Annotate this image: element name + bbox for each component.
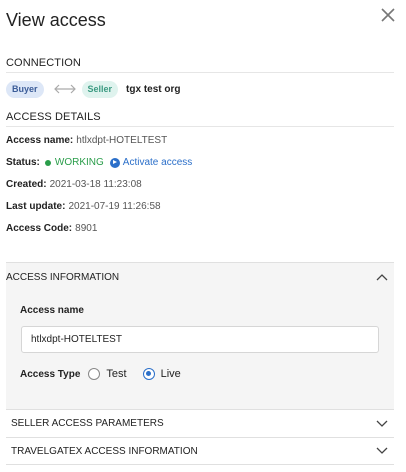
seller-badge: Seller [81, 80, 119, 98]
close-button[interactable] [378, 5, 398, 25]
status-dot-icon [44, 159, 51, 166]
connection-divider [6, 72, 394, 73]
connection-row: Buyer Seller tgx test org [6, 80, 181, 98]
status-label: Status: [6, 157, 40, 168]
activate-access-label: Activate access [122, 157, 193, 168]
connection-section-title: CONNECTION [6, 57, 81, 69]
access-type-test-radio[interactable] [88, 368, 101, 380]
status-value: WORKING [54, 157, 104, 168]
play-circle-icon [109, 157, 120, 168]
bidirectional-arrow-icon [53, 84, 76, 94]
access-type-label: Access Type [20, 368, 81, 380]
last-update-value: 2021-07-19 11:26:58 [68, 201, 161, 212]
access-code-label: Access Code: [6, 223, 73, 234]
chevron-down-icon [376, 447, 388, 454]
buyer-badge: Buyer [6, 80, 44, 98]
last-update-row: Last update: 2021-07-19 11:26:58 [6, 201, 161, 212]
created-label: Created: [6, 179, 47, 190]
access-name-value: htlxdpt-HOTELTEST [76, 135, 168, 146]
last-update-label: Last update: [6, 201, 66, 212]
travelgatex-access-information-accordion[interactable]: TRAVELGATEX ACCESS INFORMATION [6, 437, 394, 465]
access-information-header[interactable]: ACCESS INFORMATION [6, 268, 388, 286]
access-name-label: Access name: [6, 135, 74, 146]
access-name-row: Access name: htlxdpt-HOTELTEST [6, 135, 167, 146]
seller-access-parameters-title: SELLER ACCESS PARAMETERS [11, 418, 164, 429]
created-row: Created: 2021-03-18 11:23:08 [6, 179, 142, 190]
status-row: Status: WORKING Activate access [6, 157, 192, 168]
chevron-up-icon [376, 274, 388, 281]
details-section-title: ACCESS DETAILS [6, 111, 101, 123]
access-code-row: Access Code: 8901 [6, 223, 97, 234]
seller-access-parameters-accordion[interactable]: SELLER ACCESS PARAMETERS [6, 409, 394, 437]
access-type-test-label[interactable]: Test [106, 368, 126, 380]
access-type-live-label[interactable]: Live [161, 368, 181, 380]
org-name: tgx test org [126, 83, 181, 95]
access-name-field-label: Access name [20, 305, 84, 316]
access-name-input[interactable] [21, 326, 379, 353]
chevron-down-icon [376, 420, 388, 427]
access-type-radio-group: Access Type Test Live [20, 366, 197, 382]
access-information-title: ACCESS INFORMATION [6, 271, 120, 283]
dialog-title: View access [6, 10, 106, 30]
created-value: 2021-03-18 11:23:08 [49, 179, 142, 190]
details-divider [6, 126, 394, 127]
activate-access-link[interactable]: Activate access [109, 157, 193, 168]
travelgatex-access-information-title: TRAVELGATEX ACCESS INFORMATION [11, 445, 198, 457]
access-code-value: 8901 [75, 223, 98, 234]
close-icon [381, 8, 395, 22]
access-type-live-radio[interactable] [142, 368, 155, 380]
